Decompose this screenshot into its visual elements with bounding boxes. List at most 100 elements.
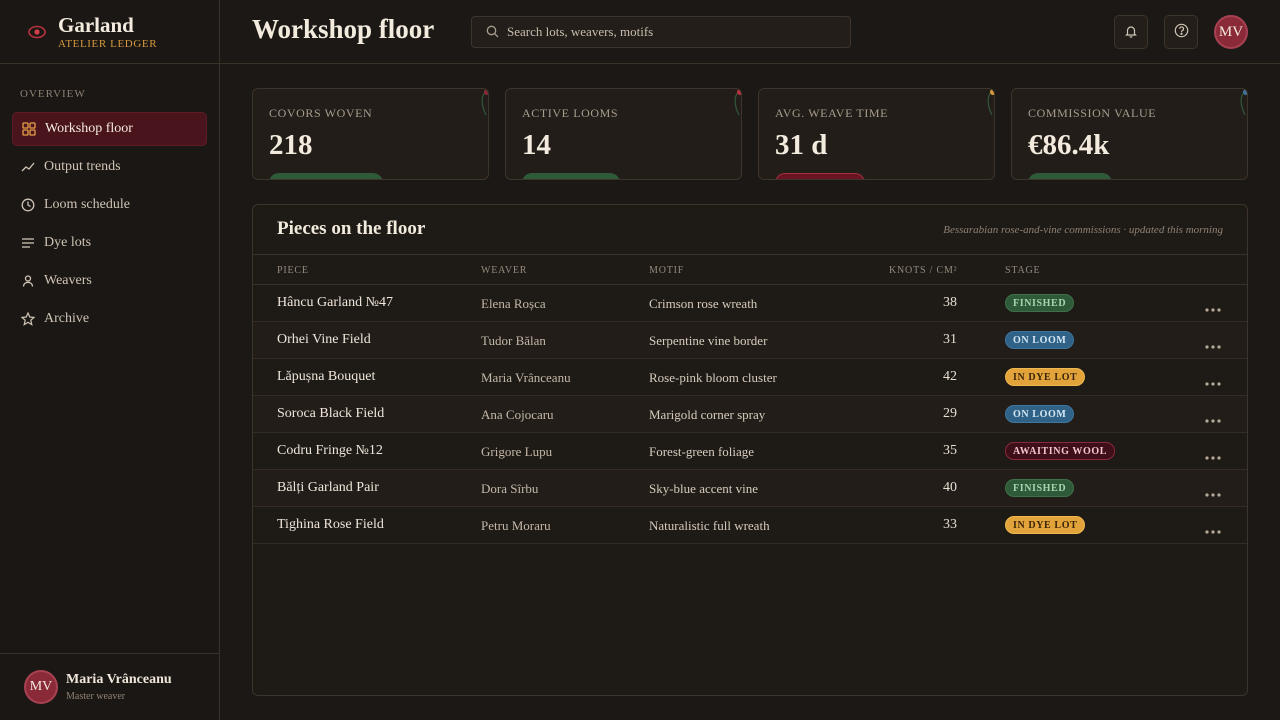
- star-icon: [20, 311, 36, 327]
- sidebar-item-loom-schedule[interactable]: Loom schedule: [12, 188, 207, 222]
- cell-weaver: Tudor Bălan: [481, 333, 546, 348]
- more-options-icon[interactable]: [1205, 484, 1221, 502]
- column-header-stage[interactable]: STAGE: [1005, 265, 1040, 276]
- user-profile[interactable]: MV Maria Vrânceanu Master weaver: [0, 653, 219, 720]
- cell-weaver: Petru Moraru: [481, 518, 551, 533]
- search-box[interactable]: [471, 16, 851, 48]
- cell-motif: Crimson rose wreath: [649, 296, 758, 311]
- sidebar-item-label: Loom schedule: [44, 197, 130, 212]
- stat-value: €86.4k: [1028, 129, 1110, 161]
- cell-weaver: Elena Roșca: [481, 296, 546, 311]
- stat-value: 31 d: [775, 129, 828, 161]
- search-input[interactable]: [507, 24, 837, 40]
- cell-motif: Naturalistic full wreath: [649, 518, 770, 533]
- user-avatar[interactable]: MV: [1214, 15, 1248, 49]
- table-row[interactable]: Hâncu Garland №47 Elena Roșca Crimson ro…: [253, 285, 1247, 322]
- stat-label: ACTIVE LOOMS: [522, 106, 619, 120]
- cell-knots: 42: [943, 369, 957, 384]
- cell-weaver: Maria Vrânceanu: [481, 370, 571, 385]
- cell-knots: 33: [943, 517, 957, 532]
- cell-motif: Rose-pink bloom cluster: [649, 370, 777, 385]
- cell-weaver: Ana Cojocaru: [481, 407, 554, 422]
- cell-motif: Forest-green foliage: [649, 444, 755, 459]
- status-badge: FINISHED: [1005, 479, 1075, 497]
- cell-knots: 35: [943, 443, 957, 458]
- sidebar-item-dye-lots[interactable]: Dye lots: [12, 226, 207, 260]
- sidebar-item-label: Dye lots: [44, 235, 92, 250]
- stat-trend-pill: [522, 173, 620, 179]
- stat-card-covors-woven: COVORS WOVEN 218: [252, 88, 489, 180]
- nav-section-label: OVERVIEW: [20, 88, 86, 100]
- cell-piece: Soroca Black Field: [277, 406, 385, 421]
- cell-motif: Serpentine vine border: [649, 333, 768, 348]
- search-icon: [486, 23, 499, 42]
- stat-trend-pill: [269, 173, 383, 179]
- table-row[interactable]: Bălți Garland Pair Dora Sîrbu Sky-blue a…: [253, 470, 1247, 507]
- more-options-icon[interactable]: [1205, 299, 1221, 317]
- grid-icon: [21, 121, 37, 137]
- cell-piece: Tighina Rose Field: [277, 517, 384, 532]
- more-options-icon[interactable]: [1205, 410, 1221, 428]
- stat-trend-pill: [775, 173, 865, 179]
- brand-subtitle: ATELIER LEDGER: [58, 37, 158, 50]
- cell-piece: Bălți Garland Pair: [277, 480, 379, 495]
- status-badge: ON LOOM: [1005, 331, 1075, 349]
- avatar: MV: [24, 670, 58, 704]
- stat-card-commission-value: COMMISSION VALUE €86.4k: [1011, 88, 1248, 180]
- sidebar-item-archive[interactable]: Archive: [12, 302, 207, 336]
- status-badge: ON LOOM: [1005, 405, 1075, 423]
- status-badge: FINISHED: [1005, 294, 1075, 312]
- column-header-knots[interactable]: KNOTS / CM²: [889, 265, 957, 276]
- page-title: Workshop floor: [252, 14, 435, 44]
- more-options-icon[interactable]: [1205, 447, 1221, 465]
- sidebar-item-workshop-floor[interactable]: Workshop floor: [12, 112, 207, 146]
- brand[interactable]: Garland ATELIER LEDGER: [0, 0, 219, 64]
- pieces-panel: Pieces on the floor Bessarabian rose-and…: [252, 204, 1248, 696]
- stat-card-avg-weave-time: AVG. WEAVE TIME 31 d: [758, 88, 995, 180]
- table-row[interactable]: Lăpușna Bouquet Maria Vrânceanu Rose-pin…: [253, 359, 1247, 396]
- column-header-piece[interactable]: PIECE: [277, 265, 309, 276]
- more-options-icon[interactable]: [1205, 373, 1221, 391]
- stat-label: COMMISSION VALUE: [1028, 106, 1157, 120]
- table-row[interactable]: Orhei Vine Field Tudor Bălan Serpentine …: [253, 322, 1247, 359]
- status-badge: IN DYE LOT: [1005, 368, 1086, 386]
- cell-knots: 29: [943, 406, 957, 421]
- notifications-button[interactable]: [1114, 15, 1148, 49]
- sidebar-item-label: Workshop floor: [45, 121, 133, 136]
- table-row[interactable]: Codru Fringe №12 Grigore Lupu Forest-gre…: [253, 433, 1247, 470]
- corner-ornament-icon: [987, 89, 994, 116]
- help-icon: [1174, 23, 1189, 42]
- column-header-motif[interactable]: MOTIF: [649, 265, 684, 276]
- status-badge: IN DYE LOT: [1005, 516, 1086, 534]
- more-options-icon[interactable]: [1205, 521, 1221, 539]
- cell-motif: Marigold corner spray: [649, 407, 766, 422]
- help-button[interactable]: [1164, 15, 1198, 49]
- sidebar-item-weavers[interactable]: Weavers: [12, 264, 207, 298]
- clock-icon: [20, 197, 36, 213]
- column-header-weaver[interactable]: WEAVER: [481, 265, 527, 276]
- header: Workshop floor MV: [220, 0, 1280, 64]
- cell-knots: 40: [943, 480, 957, 495]
- cell-piece: Orhei Vine Field: [277, 332, 371, 347]
- cell-motif: Sky-blue accent vine: [649, 481, 759, 496]
- stat-value: 14: [522, 129, 551, 161]
- stat-label: AVG. WEAVE TIME: [775, 106, 889, 120]
- cell-weaver: Dora Sîrbu: [481, 481, 539, 496]
- stat-label: COVORS WOVEN: [269, 106, 373, 120]
- status-badge: AWAITING WOOL: [1005, 442, 1116, 460]
- stat-value: 218: [269, 129, 313, 161]
- panel-note: Bessarabian rose-and-vine commissions · …: [943, 224, 1223, 236]
- trend-icon: [20, 159, 36, 175]
- table-row[interactable]: Tighina Rose Field Petru Moraru Naturali…: [253, 507, 1247, 544]
- stat-trend-pill: [1028, 173, 1112, 179]
- cell-piece: Lăpușna Bouquet: [277, 369, 376, 384]
- more-options-icon[interactable]: [1205, 336, 1221, 354]
- cell-piece: Hâncu Garland №47: [277, 295, 393, 310]
- sidebar-item-label: Weavers: [44, 273, 92, 288]
- corner-ornament-icon: [1240, 89, 1247, 116]
- table-row[interactable]: Soroca Black Field Ana Cojocaru Marigold…: [253, 396, 1247, 433]
- user-icon: [20, 273, 36, 289]
- cell-knots: 31: [943, 332, 957, 347]
- sidebar: Garland ATELIER LEDGER OVERVIEW Workshop…: [0, 0, 220, 720]
- sidebar-item-output-trends[interactable]: Output trends: [12, 150, 207, 184]
